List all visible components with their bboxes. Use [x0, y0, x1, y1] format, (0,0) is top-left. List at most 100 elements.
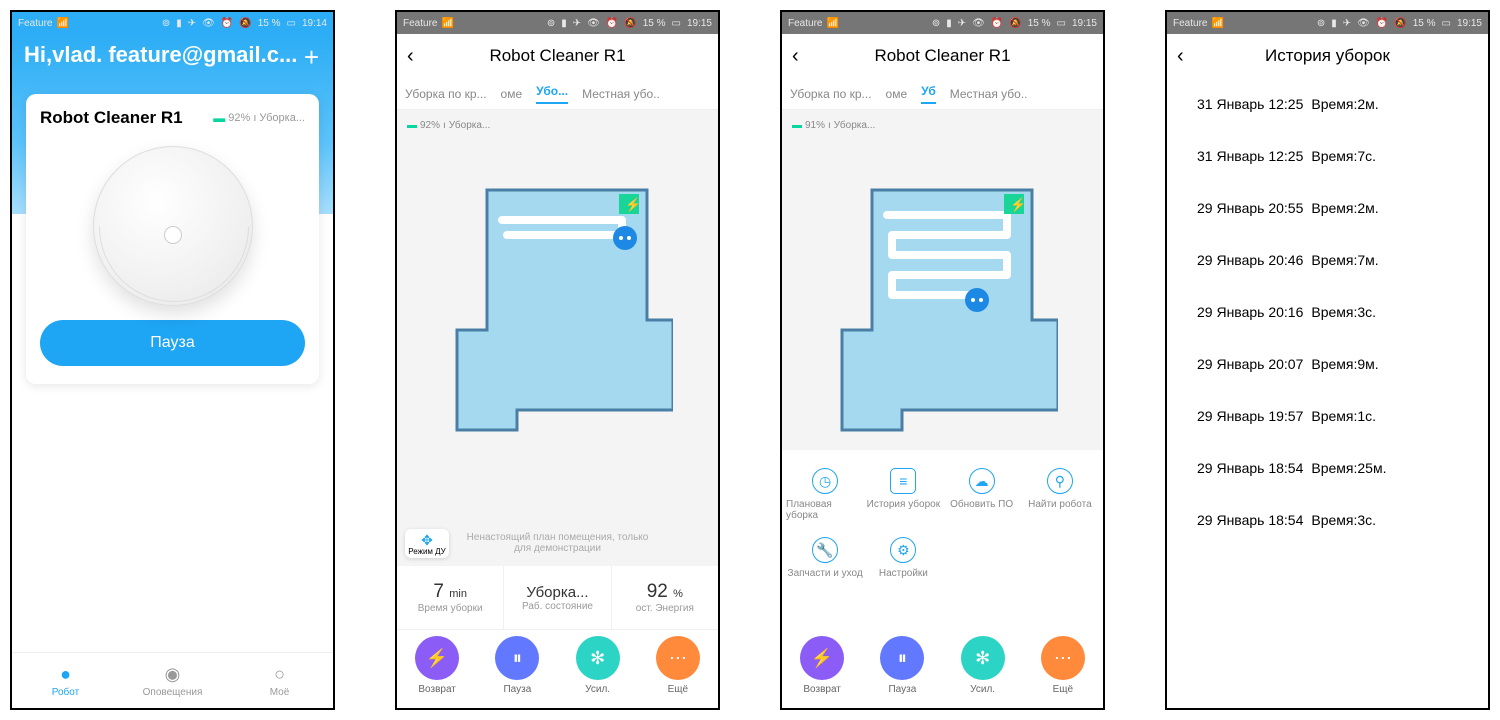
nav-robot[interactable]: ●Робот — [12, 653, 119, 708]
status-bar: Feature📶 ⊚ ▮ ✈ 👁 ⏰ 🔕 15 % ▭ 19:14 — [12, 12, 333, 34]
more-menu-grid: ◷Плановая уборка ≡История уборок ☁Обнови… — [782, 450, 1103, 597]
battery-icon: ▬ — [213, 111, 225, 125]
history-item[interactable]: 29 Январь 20:55Время:2м. — [1167, 182, 1488, 234]
action-return[interactable]: ⚡Возврат — [782, 636, 862, 708]
page-title: Robot Cleaner R1 — [874, 46, 1010, 66]
history-list[interactable]: 31 Январь 12:25Время:2м.31 Январь 12:25В… — [1167, 78, 1488, 708]
floorplan: ⚡ — [832, 180, 1058, 440]
action-row: ⚡Возврат ⏸Пауза ✻Усил. ⋯Ещё — [782, 630, 1103, 708]
pause-button[interactable]: Пауза — [40, 320, 305, 366]
app-header: ‹ Robot Cleaner R1 — [397, 34, 718, 78]
stat-time: 7 minВремя уборки — [397, 566, 504, 629]
svg-text:⚡: ⚡ — [1010, 197, 1026, 213]
tab-edge[interactable]: Уборка по кр... — [790, 87, 872, 101]
nav-me[interactable]: ○Моё — [226, 653, 333, 708]
menu-parts[interactable]: 🔧Запчасти и уход — [786, 529, 864, 587]
screen-map: Feature📶 ⊚▮✈👁⏰🔕 15 %▭ 19:15 ‹ Robot Clea… — [395, 10, 720, 710]
history-item[interactable]: 29 Январь 20:46Время:7м. — [1167, 234, 1488, 286]
pause-icon: ⏸ — [495, 636, 539, 680]
history-item[interactable]: 29 Январь 18:54Время:3с. — [1167, 494, 1488, 546]
status-bar: Feature📶 ⊚▮✈👁⏰🔕 15 %▭ 19:15 — [782, 12, 1103, 34]
tab-edge[interactable]: Уборка по кр... — [405, 87, 487, 101]
bottom-nav: ●Робот ◉Оповещения ○Моё — [12, 652, 333, 708]
fan-icon: ✻ — [961, 636, 1005, 680]
signal-icon: 📶 — [56, 18, 68, 29]
action-boost[interactable]: ✻Усил. — [943, 636, 1023, 708]
action-pause[interactable]: ⏸Пауза — [477, 636, 557, 708]
tab-local[interactable]: Местная убо.. — [582, 87, 660, 101]
action-pause[interactable]: ⏸Пауза — [862, 636, 942, 708]
mode-tabs: Уборка по кр... оме Уб Местная убо.. — [782, 78, 1103, 110]
pause-icon: ⏸ — [880, 636, 924, 680]
robot-image — [93, 146, 253, 306]
menu-settings[interactable]: ⚙Настройки — [864, 529, 942, 587]
add-device-button[interactable]: + — [304, 42, 319, 73]
demo-note: Ненастоящий план помещения, только для д… — [397, 532, 718, 554]
app-header: ‹ История уборок — [1167, 34, 1488, 78]
alarm-icon: ⏰ — [221, 18, 233, 29]
stat-energy: 92 %ост. Энергия — [612, 566, 718, 629]
profile-icon: ○ — [274, 664, 285, 685]
robot-icon: ● — [60, 664, 71, 685]
menu-update[interactable]: ☁Обновить ПО — [943, 460, 1021, 529]
back-button[interactable]: ‹ — [1177, 45, 1184, 68]
action-more[interactable]: ⋯Ещё — [638, 636, 718, 708]
menu-find[interactable]: ⚲Найти робота — [1021, 460, 1099, 529]
page-title: Robot Cleaner R1 — [489, 46, 625, 66]
nav-alerts[interactable]: ◉Оповещения — [119, 653, 226, 708]
page-title: История уборок — [1265, 46, 1390, 66]
greeting-text: Hi,vlad. feature@gmail.c... — [24, 42, 321, 68]
stat-state: Уборка...Раб. состояние — [504, 566, 611, 629]
cloud-icon: ☁ — [969, 468, 995, 494]
history-item[interactable]: 31 Январь 12:25Время:7с. — [1167, 130, 1488, 182]
device-status: ▬ 92%ı Уборка... — [213, 111, 305, 125]
back-button[interactable]: ‹ — [407, 45, 414, 68]
action-more[interactable]: ⋯Ещё — [1023, 636, 1103, 708]
screen-home: Feature📶 ⊚ ▮ ✈ 👁 ⏰ 🔕 15 % ▭ 19:14 Hi,vla… — [10, 10, 335, 710]
map-status: ▬91%ıУборка... — [792, 120, 1093, 131]
battery-level-icon: ▭ — [287, 18, 296, 29]
action-row: ⚡Возврат ⏸Пауза ✻Усил. ⋯Ещё — [397, 630, 718, 708]
device-name: Robot Cleaner R1 — [40, 108, 183, 128]
more-icon: ⋯ — [656, 636, 700, 680]
svg-text:⚡: ⚡ — [625, 197, 641, 213]
map-area[interactable]: ▬92%ıУборка... ⚡ ✥Режим ДУ Ненастоящий п… — [397, 110, 718, 566]
status-bar: Feature📶 ⊚▮✈👁⏰🔕 15 %▭ 19:15 — [1167, 12, 1488, 34]
send-icon: ✈ — [188, 18, 196, 29]
eye-icon: 👁 — [202, 18, 215, 29]
floorplan: ⚡ — [447, 180, 673, 440]
tab-local[interactable]: Местная убо.. — [950, 87, 1028, 101]
map-area[interactable]: ▬91%ıУборка... ⚡ — [782, 110, 1103, 450]
clock-icon: ◷ — [812, 468, 838, 494]
battery-icon: ▮ — [176, 18, 182, 29]
history-item[interactable]: 29 Январь 19:57Время:1с. — [1167, 390, 1488, 442]
menu-schedule[interactable]: ◷Плановая уборка — [786, 460, 864, 529]
screen-history: Feature📶 ⊚▮✈👁⏰🔕 15 %▭ 19:15 ‹ История уб… — [1165, 10, 1490, 710]
history-item[interactable]: 31 Январь 12:25Время:2м. — [1167, 78, 1488, 130]
history-item[interactable]: 29 Январь 20:16Время:3с. — [1167, 286, 1488, 338]
wrench-icon: 🔧 — [812, 537, 838, 563]
mode-tabs: Уборка по кр... оме Убо... Местная убо.. — [397, 78, 718, 110]
gear-icon: ⚙ — [890, 537, 916, 563]
tab-clean[interactable]: Убо... — [536, 84, 568, 104]
app-header: ‹ Robot Cleaner R1 — [782, 34, 1103, 78]
tab-home-partial[interactable]: оме — [886, 87, 908, 101]
return-icon: ⚡ — [415, 636, 459, 680]
wifi-icon: ⊚ — [162, 18, 170, 29]
fan-icon: ✻ — [576, 636, 620, 680]
stats-row: 7 minВремя уборки Уборка...Раб. состояни… — [397, 566, 718, 630]
history-item[interactable]: 29 Январь 20:07Время:9м. — [1167, 338, 1488, 390]
device-card[interactable]: Robot Cleaner R1 ▬ 92%ı Уборка... Пауза — [26, 94, 319, 384]
tab-clean[interactable]: Уб — [921, 84, 936, 104]
action-return[interactable]: ⚡Возврат — [397, 636, 477, 708]
bell-icon: ◉ — [165, 664, 181, 685]
list-icon: ≡ — [890, 468, 916, 494]
history-item[interactable]: 29 Январь 18:54Время:25м. — [1167, 442, 1488, 494]
menu-history[interactable]: ≡История уборок — [864, 460, 942, 529]
back-button[interactable]: ‹ — [792, 45, 799, 68]
action-boost[interactable]: ✻Усил. — [558, 636, 638, 708]
tab-home-partial[interactable]: оме — [501, 87, 523, 101]
pin-icon: ⚲ — [1047, 468, 1073, 494]
screen-map-menu: Feature📶 ⊚▮✈👁⏰🔕 15 %▭ 19:15 ‹ Robot Clea… — [780, 10, 1105, 710]
map-status: ▬92%ıУборка... — [407, 120, 708, 131]
